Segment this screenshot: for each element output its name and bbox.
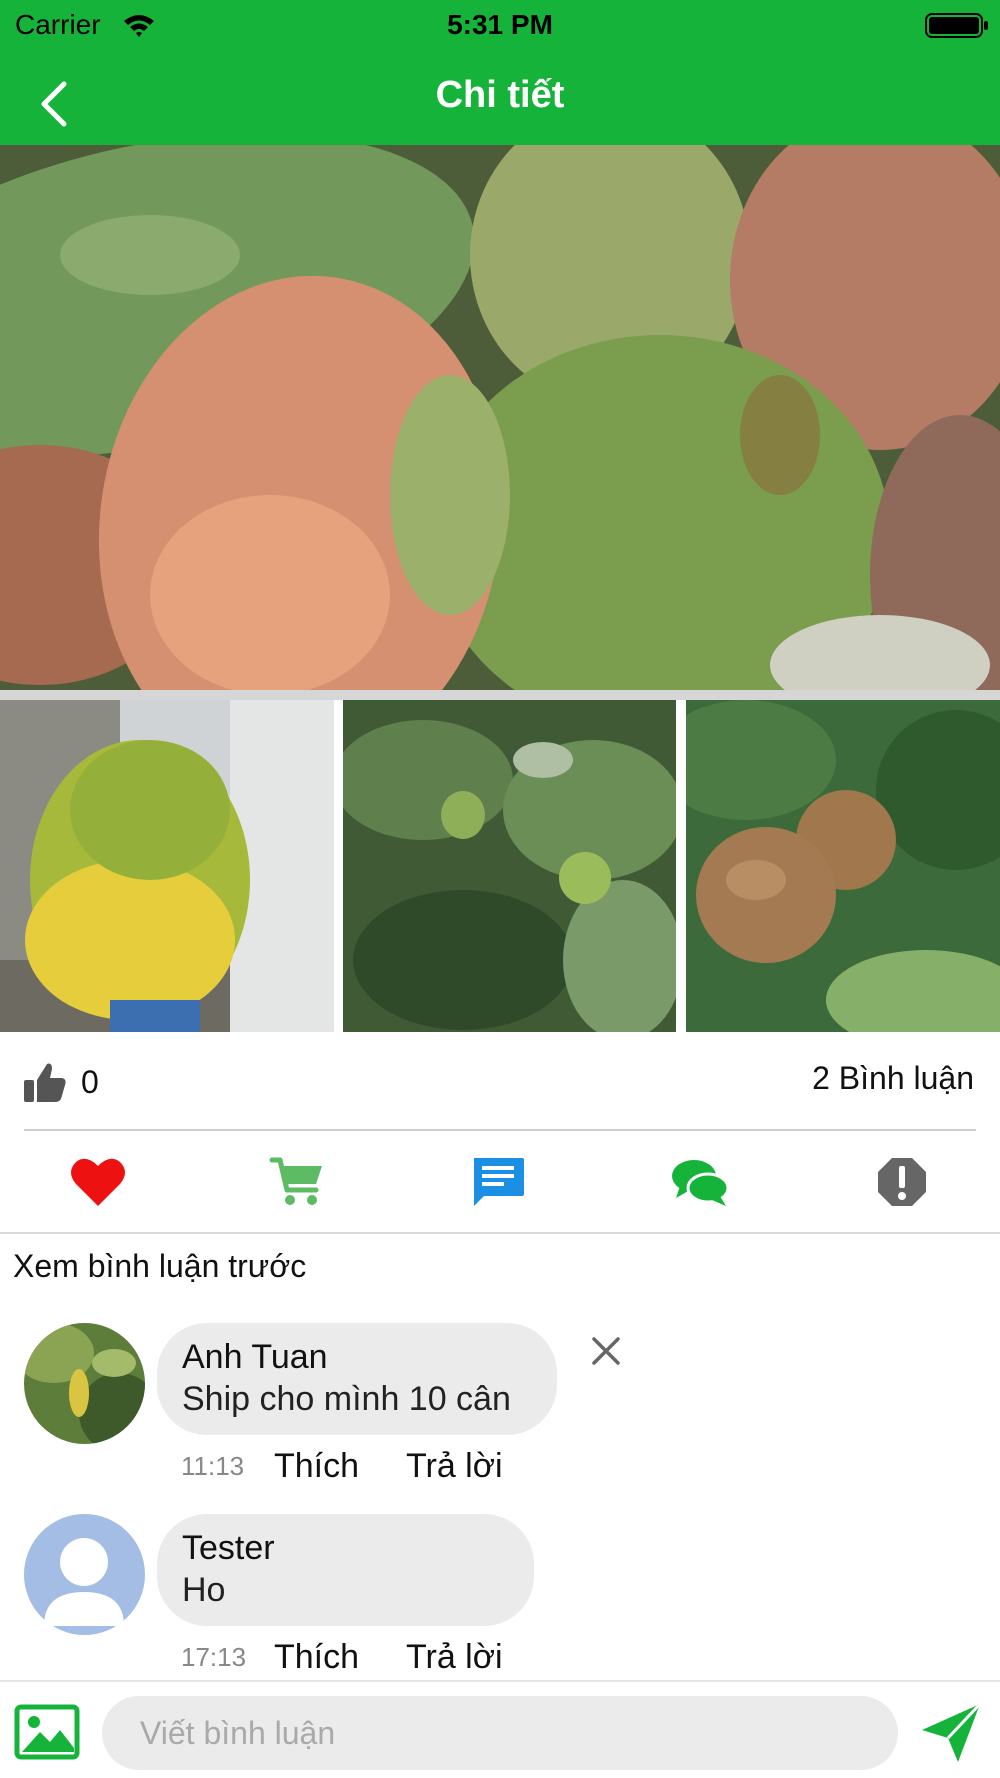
top-bar: Carrier 5:31 PM Chi tiết (0, 0, 1000, 145)
shopping-cart-icon (269, 1157, 322, 1205)
comment-input[interactable] (102, 1696, 898, 1770)
comment-author[interactable]: Tester (182, 1528, 534, 1568)
like-comment-button[interactable]: Thích (274, 1638, 359, 1677)
description-button[interactable] (468, 1152, 528, 1212)
comment-bubble: Anh Tuan Ship cho mình 10 cân (157, 1323, 557, 1435)
description-icon (474, 1158, 524, 1206)
post-stats: 0 2 Bình luận (0, 1032, 1000, 1131)
nav-bar: Chi tiết (0, 50, 1000, 145)
photo-divider (0, 690, 1000, 700)
image-icon (14, 1704, 80, 1760)
banana-photo-image (0, 700, 334, 1032)
thumbnail-bananas[interactable] (0, 700, 334, 1032)
thumbnail-sapodilla[interactable] (686, 700, 1000, 1032)
thumbnail-green-fruit-tree[interactable] (343, 700, 676, 1032)
chat-bubbles-icon (672, 1160, 730, 1206)
add-to-cart-button[interactable] (268, 1152, 328, 1212)
default-avatar-icon (24, 1514, 145, 1635)
avatar[interactable] (24, 1514, 145, 1635)
send-icon (922, 1702, 982, 1762)
close-icon[interactable] (588, 1333, 624, 1369)
clock: 5:31 PM (447, 9, 553, 40)
comment-compose-bar (0, 1680, 1000, 1778)
comment-text: Ho (182, 1571, 226, 1609)
avatar[interactable] (24, 1323, 145, 1444)
like-count: 0 (81, 1064, 99, 1100)
page-title: Chi tiết (435, 74, 565, 116)
attach-image-button[interactable] (14, 1704, 80, 1760)
comment-bubble: Tester Ho (157, 1514, 534, 1626)
heart-icon (71, 1158, 125, 1206)
favorite-button[interactable] (68, 1152, 128, 1212)
divider (24, 1129, 976, 1131)
green-fruit-photo-image (343, 700, 676, 1032)
battery-icon (925, 13, 988, 38)
like-comment-button[interactable]: Thích (274, 1447, 359, 1486)
message-seller-button[interactable] (670, 1152, 730, 1212)
sapodilla-photo-image (686, 700, 1000, 1032)
comment-count[interactable]: 2 Bình luận (812, 1060, 974, 1097)
report-icon (878, 1158, 926, 1206)
comment-author[interactable]: Anh Tuan (182, 1337, 557, 1377)
report-button[interactable] (872, 1152, 932, 1212)
status-bar: Carrier 5:31 PM (0, 0, 1000, 50)
send-button[interactable] (918, 1700, 984, 1766)
comment-time: 17:13 (181, 1642, 247, 1672)
action-bar (0, 1132, 1000, 1232)
view-previous-comments-link[interactable]: Xem bình luận trước (13, 1248, 306, 1285)
reply-comment-button[interactable]: Trả lời (406, 1447, 503, 1486)
reply-comment-button[interactable]: Trả lời (406, 1638, 503, 1677)
thumbs-up-icon[interactable] (22, 1060, 68, 1106)
comment-time: 11:13 (181, 1451, 245, 1481)
avatar-photo-image (24, 1323, 145, 1444)
comment-text: Ship cho mình 10 cân (182, 1380, 511, 1418)
divider (0, 1232, 1000, 1234)
main-product-photo[interactable] (0, 145, 1000, 690)
mango-photo-image (0, 145, 1000, 690)
